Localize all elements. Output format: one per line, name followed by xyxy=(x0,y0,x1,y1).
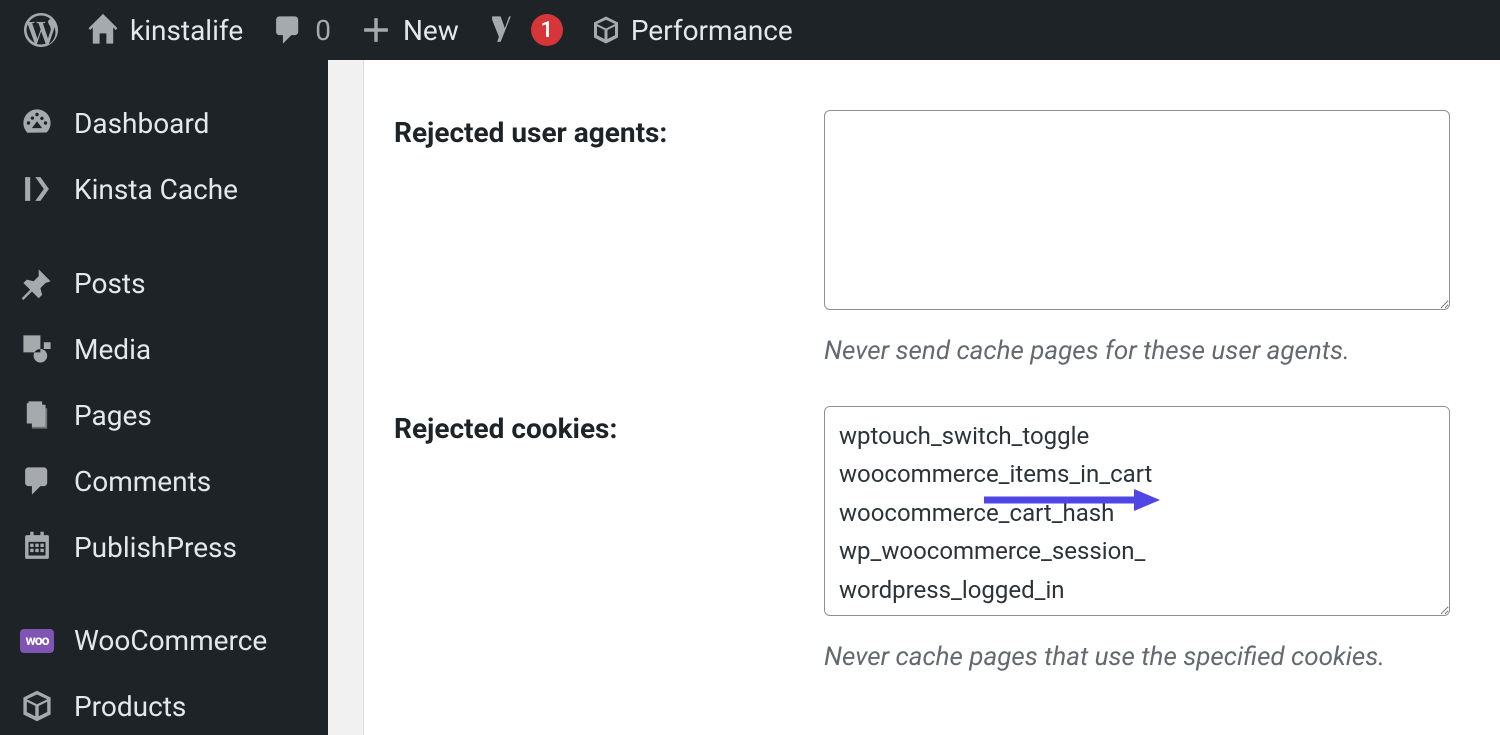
products-icon xyxy=(20,689,54,723)
dashboard-icon xyxy=(20,106,54,140)
row-rejected-cookies: Rejected cookies: Never cache pages that… xyxy=(394,406,1450,672)
plus-icon xyxy=(359,13,393,47)
settings-panel: Rejected user agents: Never send cache p… xyxy=(364,60,1500,735)
yoast-menu[interactable]: 1 xyxy=(473,0,577,60)
performance-label: Performance xyxy=(631,14,793,47)
woocommerce-icon: woo xyxy=(20,629,54,653)
admin-sidebar: Dashboard Kinsta Cache Posts Media Pages… xyxy=(0,60,328,735)
wp-logo-menu[interactable] xyxy=(10,0,72,60)
label-rejected-user-agents: Rejected user agents: xyxy=(394,110,824,149)
sidebar-item-label: Media xyxy=(74,333,151,366)
sidebar-item-label: Products xyxy=(74,690,186,723)
sidebar-item-publishpress[interactable]: PublishPress xyxy=(0,514,328,580)
sidebar-item-dashboard[interactable]: Dashboard xyxy=(0,90,328,156)
new-content-link[interactable]: New xyxy=(345,0,473,60)
sidebar-item-label: PublishPress xyxy=(74,531,237,564)
yoast-badge: 1 xyxy=(531,14,563,46)
sidebar-item-label: Dashboard xyxy=(74,107,209,140)
input-rejected-user-agents[interactable] xyxy=(824,110,1450,310)
comments-icon xyxy=(20,464,54,498)
pin-icon xyxy=(20,266,54,300)
sidebar-item-label: Pages xyxy=(74,399,152,432)
pages-icon xyxy=(20,398,54,432)
sidebar-item-label: WooCommerce xyxy=(74,624,267,657)
sidebar-item-woocommerce[interactable]: woo WooCommerce xyxy=(0,608,328,673)
sidebar-item-pages[interactable]: Pages xyxy=(0,382,328,448)
sidebar-item-posts[interactable]: Posts xyxy=(0,250,328,316)
help-rejected-cookies: Never cache pages that use the specified… xyxy=(824,642,1450,672)
label-rejected-cookies: Rejected cookies: xyxy=(394,406,824,445)
row-rejected-user-agents: Rejected user agents: Never send cache p… xyxy=(394,110,1450,366)
cube-icon xyxy=(591,15,621,45)
site-name-label: kinstalife xyxy=(130,14,243,47)
site-link[interactable]: kinstalife xyxy=(72,0,257,60)
admin-top-bar: kinstalife 0 New 1 Performance xyxy=(0,0,1500,60)
kinsta-icon xyxy=(20,172,54,206)
content-area: Rejected user agents: Never send cache p… xyxy=(328,60,1500,735)
yoast-icon xyxy=(487,13,521,47)
main-area: Dashboard Kinsta Cache Posts Media Pages… xyxy=(0,60,1500,735)
comments-count: 0 xyxy=(315,14,331,47)
media-icon xyxy=(20,332,54,366)
help-rejected-user-agents: Never send cache pages for these user ag… xyxy=(824,336,1450,366)
sidebar-item-label: Kinsta Cache xyxy=(74,173,238,206)
sidebar-item-media[interactable]: Media xyxy=(0,316,328,382)
comment-icon xyxy=(271,13,305,47)
sidebar-item-kinsta-cache[interactable]: Kinsta Cache xyxy=(0,156,328,222)
sidebar-item-label: Comments xyxy=(74,465,211,498)
calendar-icon xyxy=(20,530,54,564)
sidebar-item-label: Posts xyxy=(74,267,146,300)
wordpress-icon xyxy=(24,13,58,47)
home-icon xyxy=(86,13,120,47)
performance-menu[interactable]: Performance xyxy=(577,0,807,60)
new-label: New xyxy=(403,14,459,47)
sidebar-item-products[interactable]: Products xyxy=(0,673,328,735)
input-rejected-cookies[interactable] xyxy=(824,406,1450,616)
comments-link[interactable]: 0 xyxy=(257,0,345,60)
sidebar-item-comments[interactable]: Comments xyxy=(0,448,328,514)
content-gutter xyxy=(328,60,364,735)
